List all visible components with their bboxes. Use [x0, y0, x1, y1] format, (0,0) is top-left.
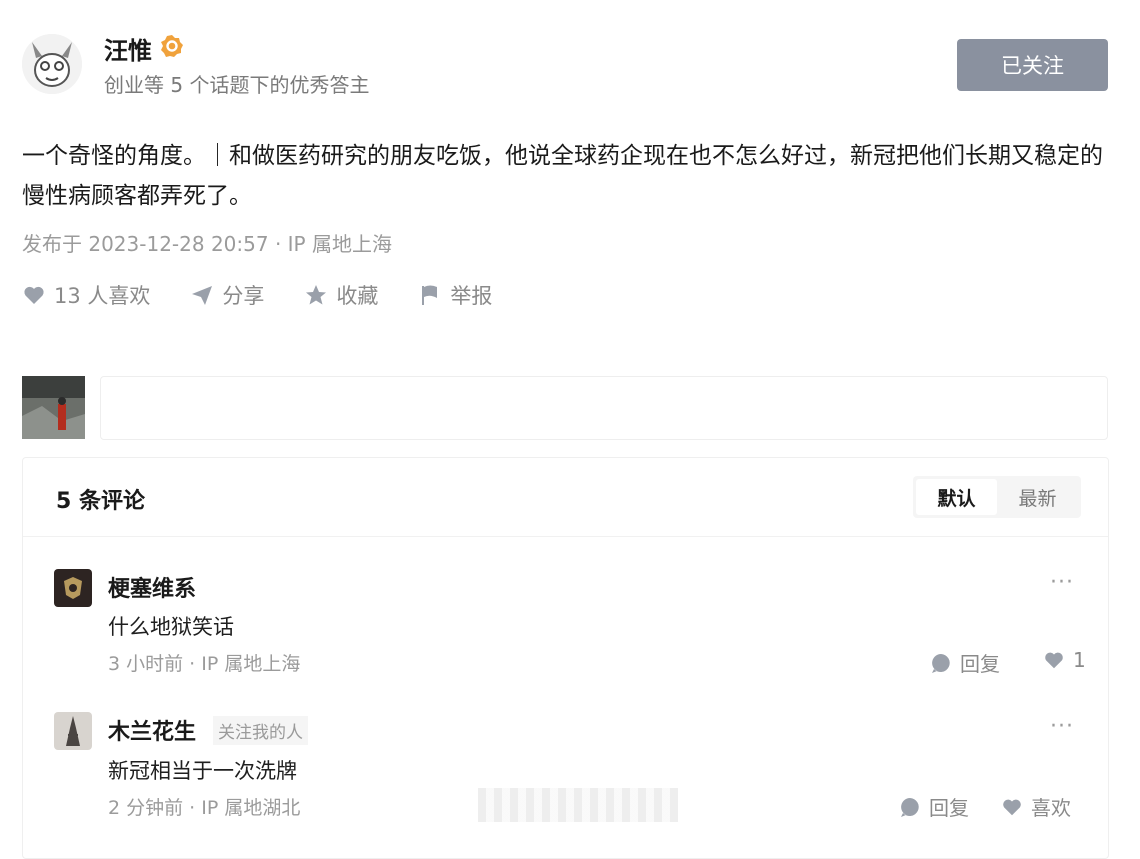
- collect-label: 收藏: [336, 284, 379, 308]
- like-label: 13 人喜欢: [54, 284, 151, 308]
- author-subtitle: 创业等 5 个话题下的优秀答主: [104, 73, 370, 97]
- star-icon: [306, 285, 327, 305]
- comment-author-name[interactable]: 木兰花生: [108, 714, 196, 746]
- reply-label: 回复: [929, 796, 969, 820]
- comment-avatar[interactable]: [54, 569, 92, 607]
- comment-like-button[interactable]: 1: [1043, 648, 1086, 672]
- report-label: 举报: [450, 284, 493, 308]
- heart-icon: [1003, 799, 1021, 815]
- follow-button[interactable]: 已关注: [957, 39, 1108, 91]
- sort-default-button[interactable]: 默认: [916, 479, 997, 515]
- reply-button[interactable]: 回复: [899, 792, 969, 821]
- comment-avatar[interactable]: [54, 712, 92, 750]
- more-options-icon[interactable]: ···: [1050, 570, 1074, 595]
- follower-tag: 关注我的人: [213, 716, 308, 745]
- collect-button[interactable]: 收藏: [304, 280, 378, 310]
- comment-input[interactable]: [100, 376, 1108, 440]
- reply-button[interactable]: 回复: [930, 648, 1000, 677]
- post-actions: 13 人喜欢 分享 收藏 举报: [22, 280, 532, 310]
- author-avatar[interactable]: [22, 34, 82, 94]
- comment-author-name[interactable]: 梗塞维系: [108, 571, 196, 603]
- share-button[interactable]: 分享: [190, 280, 264, 310]
- reply-icon: [901, 797, 919, 817]
- watermark-strip: [478, 788, 678, 822]
- verified-badge-icon: [160, 34, 184, 58]
- reply-label: 回复: [960, 652, 1000, 676]
- heart-icon: [24, 286, 44, 304]
- comment-meta: 2 分钟前 · IP 属地湖北: [108, 797, 301, 819]
- flag-icon: [422, 285, 438, 305]
- share-icon: [192, 286, 213, 305]
- comment-text: 新冠相当于一次洗牌: [108, 759, 297, 783]
- comment-like-count: 1: [1073, 648, 1086, 672]
- post-content: 一个奇怪的角度。｜和做医药研究的朋友吃饭，他说全球药企现在也不怎么好过，新冠把他…: [22, 143, 1103, 209]
- comment-meta: 3 小时前 · IP 属地上海: [108, 653, 301, 675]
- report-button[interactable]: 举报: [418, 280, 492, 310]
- author-name[interactable]: 汪惟: [104, 31, 152, 66]
- comment-like-label: 喜欢: [1031, 796, 1071, 820]
- reply-icon: [932, 653, 950, 673]
- divider: [23, 536, 1108, 537]
- more-options-icon[interactable]: ···: [1050, 714, 1074, 739]
- heart-icon: [1045, 652, 1063, 669]
- current-user-avatar: [22, 376, 85, 439]
- post-meta: 发布于 2023-12-28 20:57 · IP 属地上海: [22, 232, 392, 256]
- comment-text: 什么地狱笑话: [108, 615, 234, 639]
- like-button[interactable]: 13 人喜欢: [22, 280, 150, 310]
- comment-sort-toggle: 默认 最新: [913, 476, 1081, 518]
- comments-count-title: 5 条评论: [56, 489, 145, 514]
- share-label: 分享: [222, 284, 265, 308]
- comment-like-button[interactable]: 喜欢: [1001, 792, 1071, 821]
- sort-latest-button[interactable]: 最新: [997, 479, 1078, 515]
